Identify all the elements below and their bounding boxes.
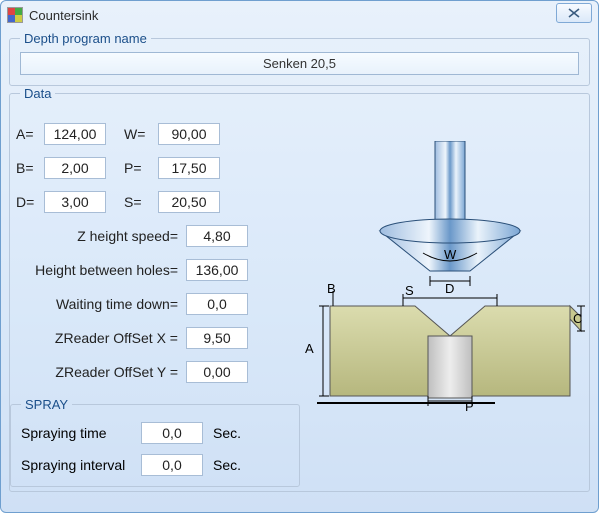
label-b: B=: [16, 160, 44, 176]
input-p[interactable]: [158, 157, 220, 179]
label-spraying-time: Spraying time: [21, 425, 141, 441]
input-b[interactable]: [44, 157, 106, 179]
titlebar: Countersink: [1, 1, 598, 29]
input-zreader-offset-x[interactable]: [186, 327, 248, 349]
data-group: Data A= W= B= P= D= S=: [9, 86, 590, 492]
label-z-height-speed: Z height speed=: [16, 228, 186, 244]
close-icon: [568, 8, 580, 18]
depth-program-legend: Depth program name: [20, 31, 151, 46]
input-height-between-holes[interactable]: [186, 259, 248, 281]
label-zreader-offset-x: ZReader OffSet X =: [16, 330, 186, 346]
diagram-label-b: B: [327, 281, 336, 296]
label-d: D=: [16, 194, 44, 210]
spray-legend: SPRAY: [21, 397, 72, 412]
diagram-label-c: C: [573, 311, 582, 326]
data-legend: Data: [20, 86, 55, 101]
input-w[interactable]: [158, 123, 220, 145]
close-button[interactable]: [556, 3, 592, 23]
label-height-between-holes: Height between holes=: [16, 262, 186, 278]
diagram-label-s: S: [405, 283, 414, 298]
label-p: P=: [124, 160, 158, 176]
label-a: A=: [16, 126, 44, 142]
app-icon: [7, 7, 23, 23]
countersink-diagram: A B C D P S W: [305, 141, 585, 421]
window-frame: Countersink Depth program name Senken 20…: [0, 0, 599, 513]
diagram-label-p: P: [465, 399, 474, 414]
input-spraying-interval[interactable]: [141, 454, 203, 476]
input-s[interactable]: [158, 191, 220, 213]
input-zreader-offset-y[interactable]: [186, 361, 248, 383]
window-title: Countersink: [29, 8, 556, 23]
label-s: S=: [124, 194, 158, 210]
unit-spraying-time: Sec.: [213, 425, 241, 441]
input-a[interactable]: [44, 123, 106, 145]
label-waiting-time-down: Waiting time down=: [16, 296, 186, 312]
diagram-label-w: W: [444, 247, 456, 262]
diagram-label-d: D: [445, 281, 454, 296]
depth-program-group: Depth program name Senken 20,5: [9, 31, 590, 86]
label-spraying-interval: Spraying interval: [21, 457, 141, 473]
depth-program-value: Senken 20,5: [20, 52, 579, 75]
diagram-label-a: A: [305, 341, 314, 356]
unit-spraying-interval: Sec.: [213, 457, 241, 473]
label-w: W=: [124, 126, 158, 142]
input-z-height-speed[interactable]: [186, 225, 248, 247]
spray-group: SPRAY Spraying time Sec. Spraying interv…: [10, 397, 300, 487]
input-waiting-time-down[interactable]: [186, 293, 248, 315]
input-spraying-time[interactable]: [141, 422, 203, 444]
input-d[interactable]: [44, 191, 106, 213]
label-zreader-offset-y: ZReader OffSet Y =: [16, 364, 186, 380]
